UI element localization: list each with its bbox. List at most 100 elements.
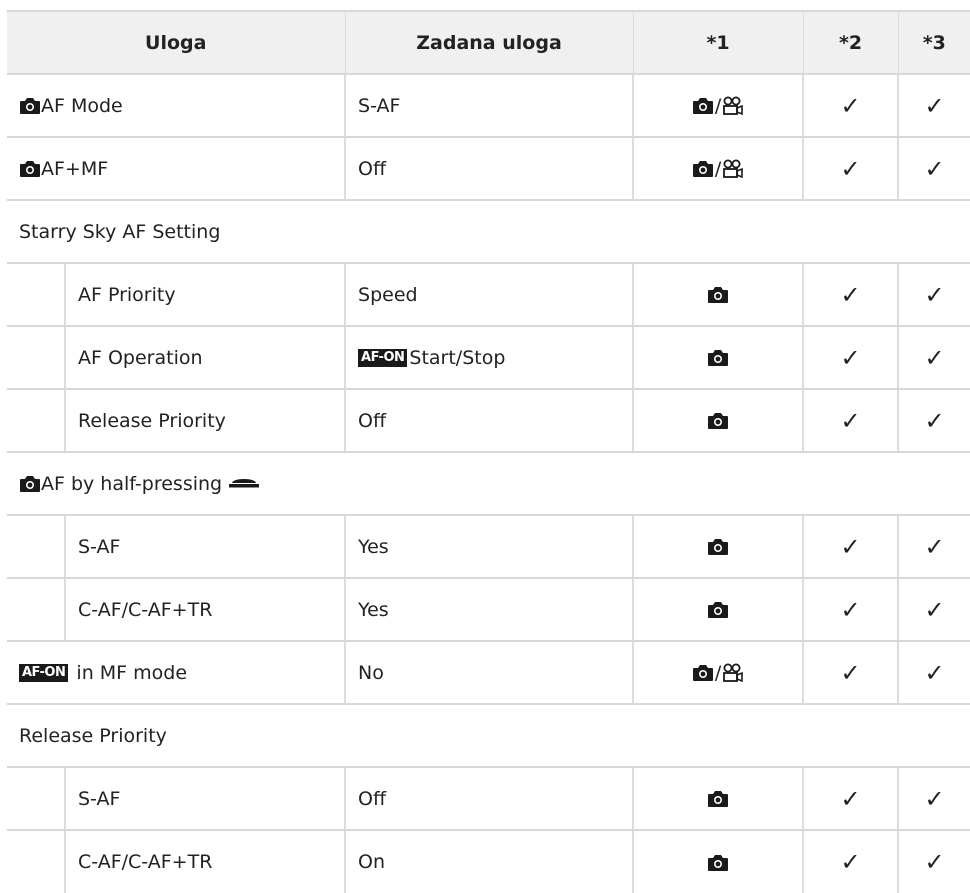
setting-row: AF+MF Off / ✓ ✓: [7, 137, 970, 201]
check-icon: ✓: [924, 532, 945, 561]
section-label-text: Release Priority: [19, 724, 167, 747]
check-cell: ✓: [802, 515, 899, 579]
check-icon: ✓: [924, 595, 945, 624]
indent-cell: [7, 263, 65, 327]
setting-label-text: C-AF/C-AF+TR: [78, 598, 213, 621]
default-cell: Speed: [344, 263, 634, 327]
subsetting-row: AF Priority Speed ✓ ✓: [7, 263, 970, 327]
default-value: Yes: [358, 535, 389, 558]
mode-cell: [632, 326, 804, 390]
mode-cell: [632, 389, 804, 453]
setting-label-text: Release Priority: [78, 409, 226, 432]
check-icon: ✓: [840, 280, 861, 309]
default-value: Off: [358, 409, 387, 432]
check-cell: ✓: [897, 389, 970, 453]
slash-separator: /: [714, 661, 722, 684]
camera-icon: [708, 413, 729, 429]
default-value: On: [358, 851, 386, 873]
camera-icon: [708, 350, 729, 366]
setting-row: AF Mode S-AF / ✓ ✓: [7, 74, 970, 138]
check-cell: ✓: [802, 578, 899, 642]
check-cell: ✓: [897, 137, 970, 201]
default-value: Off: [358, 787, 387, 810]
af-on-button-icon: AF-ON: [19, 664, 69, 682]
shutter-button-icon: [229, 479, 260, 488]
header-row: Uloga Zadana uloga *1 *2 *3: [7, 10, 970, 75]
default-value: S-AF: [358, 94, 401, 117]
section-row: Release Priority: [7, 704, 970, 768]
check-icon: ✓: [924, 658, 945, 687]
check-icon: ✓: [840, 848, 861, 876]
mode-cell: [632, 515, 804, 579]
default-value: Start/Stop: [409, 346, 506, 369]
check-icon: ✓: [924, 784, 945, 813]
video-camera-icon: [723, 159, 744, 178]
af-settings-table: Uloga Zadana uloga *1 *2 *3 AF Mode S-AF /…: [7, 10, 970, 893]
mode-cell: /: [632, 641, 804, 705]
camera-icon: [708, 791, 729, 807]
setting-label-text: AF+MF: [41, 157, 109, 180]
setting-label: C-AF/C-AF+TR: [63, 830, 346, 893]
camera-icon: [708, 854, 729, 871]
default-cell: Off: [344, 137, 634, 201]
subsetting-row: C-AF/C-AF+TR On ✓ ✓: [7, 830, 970, 893]
mode-cell: [632, 578, 804, 642]
mode-cell: /: [632, 137, 804, 201]
setting-label: AF+MF: [7, 137, 346, 201]
check-cell: ✓: [897, 515, 970, 579]
setting-row: AF-ON in MF mode No / ✓ ✓: [7, 641, 970, 705]
setting-label: S-AF: [63, 515, 346, 579]
check-icon: ✓: [840, 658, 861, 687]
check-cell: ✓: [802, 137, 899, 201]
camera-icon: [20, 98, 40, 114]
check-cell: ✓: [897, 578, 970, 642]
check-icon: ✓: [924, 280, 945, 309]
check-icon: ✓: [840, 595, 861, 624]
subsetting-row: AF Operation AF-ON Start/Stop ✓ ✓: [7, 326, 970, 390]
video-camera-icon: [723, 96, 744, 115]
check-icon: ✓: [840, 154, 861, 183]
setting-label: AF-ON in MF mode: [7, 641, 346, 705]
indent-cell: [7, 830, 65, 893]
setting-label: C-AF/C-AF+TR: [63, 578, 346, 642]
default-cell: AF-ON Start/Stop: [344, 326, 634, 390]
setting-label: AF Operation: [63, 326, 346, 390]
setting-label: AF Mode: [7, 74, 346, 138]
setting-label-text: AF Operation: [78, 346, 203, 369]
default-value: No: [358, 661, 384, 684]
default-cell: Yes: [344, 578, 634, 642]
setting-label-text: AF Priority: [78, 283, 176, 306]
check-cell: ✓: [802, 326, 899, 390]
setting-label-text: in MF mode: [70, 661, 188, 684]
indent-cell: [7, 326, 65, 390]
subsetting-row: C-AF/C-AF+TR Yes ✓ ✓: [7, 578, 970, 642]
subsetting-row: S-AF Yes ✓ ✓: [7, 515, 970, 579]
camera-icon: [708, 287, 729, 303]
mode-cell: /: [632, 74, 804, 138]
check-icon: ✓: [924, 406, 945, 435]
check-icon: ✓: [840, 343, 861, 372]
indent-cell: [7, 389, 65, 453]
setting-label-text: AF Mode: [41, 94, 123, 117]
default-cell: Off: [344, 767, 634, 831]
section-label: Starry Sky AF Setting: [7, 200, 970, 264]
check-icon: ✓: [924, 848, 945, 876]
subsetting-row: S-AF Off ✓ ✓: [7, 767, 970, 831]
check-cell: ✓: [802, 74, 899, 138]
setting-label: Release Priority: [63, 389, 346, 453]
default-cell: S-AF: [344, 74, 634, 138]
section-label: Release Priority: [7, 704, 970, 768]
check-cell: ✓: [897, 767, 970, 831]
section-label-text: AF by half-pressing: [41, 472, 223, 495]
section-label: AF by half-pressing: [7, 452, 970, 516]
default-value: Speed: [358, 283, 418, 306]
setting-label-text: C-AF/C-AF+TR: [78, 851, 213, 873]
check-cell: ✓: [802, 263, 899, 327]
slash-separator: /: [714, 94, 722, 117]
check-icon: ✓: [924, 91, 945, 120]
setting-label-text: S-AF: [78, 787, 121, 810]
setting-label: S-AF: [63, 767, 346, 831]
indent-cell: [7, 515, 65, 579]
default-cell: Yes: [344, 515, 634, 579]
indent-cell: [7, 578, 65, 642]
